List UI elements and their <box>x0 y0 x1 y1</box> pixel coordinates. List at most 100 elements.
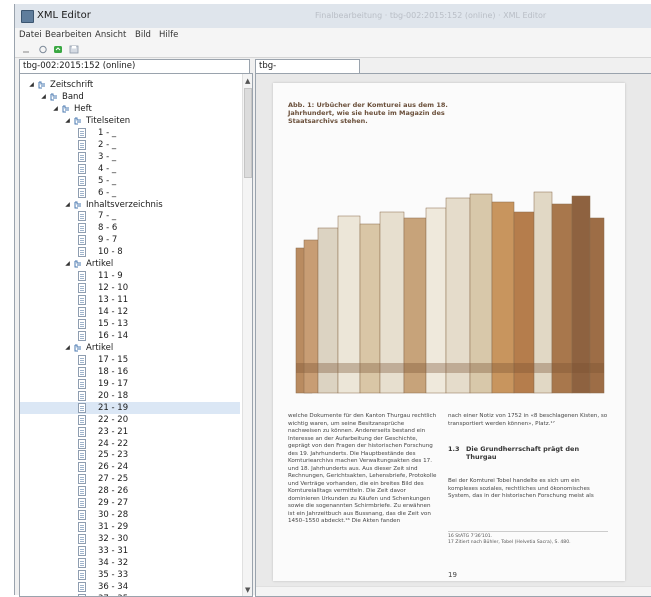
tree-leaf-node[interactable]: 8 - 6 <box>20 222 240 234</box>
tree-leaf-node[interactable]: 30 - 28 <box>20 509 240 521</box>
menu-ansicht[interactable]: Ansicht <box>95 30 126 40</box>
document-icon <box>78 211 86 222</box>
book-spine-band <box>338 363 360 373</box>
expander-icon[interactable]: ◢ <box>64 342 71 354</box>
tree-folder-node[interactable]: ◢ Artikel <box>20 258 240 270</box>
tree-leaf-node[interactable]: 28 - 26 <box>20 485 240 497</box>
tree-leaf-node[interactable]: 35 - 33 <box>20 569 240 581</box>
save-icon[interactable] <box>69 45 79 54</box>
tree-leaf-node[interactable]: 27 - 25 <box>20 473 240 485</box>
tree-leaf-node[interactable]: 3 - _ <box>20 151 240 163</box>
tree-leaf-node[interactable]: 23 - 21 <box>20 426 240 438</box>
scroll-down-icon[interactable]: ▼ <box>245 586 250 594</box>
tree-folder-node[interactable]: ◢ Inhaltsverzeichnis <box>20 199 240 211</box>
tree-leaf-node[interactable]: 36 - 34 <box>20 581 240 593</box>
tab-document-tree[interactable]: tbg-002:2015:152 (online) <box>19 59 250 73</box>
figure-caption: Abb. 1: Urbücher der Komturei aus dem 18… <box>288 101 448 125</box>
page-number: 19 <box>448 571 457 579</box>
tree-node-label: 12 - 10 <box>98 283 129 294</box>
document-icon <box>78 534 86 545</box>
tree-node-label: 24 - 22 <box>98 438 129 449</box>
menu-datei[interactable]: Datei <box>19 30 42 40</box>
expander-icon[interactable]: ◢ <box>40 91 47 103</box>
menu-bild[interactable]: Bild <box>135 30 151 40</box>
document-icon <box>78 187 86 198</box>
tree-leaf-node[interactable]: 20 - 18 <box>20 390 240 402</box>
document-icon <box>78 378 86 389</box>
tree-leaf-node[interactable]: 9 - 7 <box>20 234 240 246</box>
tree-node-label: 29 - 27 <box>98 498 129 509</box>
tree-leaf-node[interactable]: 32 - 30 <box>20 533 240 545</box>
tree-leaf-node[interactable]: 10 - 8 <box>20 246 240 258</box>
tree-folder-node[interactable]: ◢ Titelseiten <box>20 115 240 127</box>
document-icon <box>78 390 86 401</box>
new-icon[interactable] <box>21 45 31 54</box>
tree-leaf-node[interactable]: 31 - 29 <box>20 521 240 533</box>
scroll-up-icon[interactable]: ▲ <box>245 77 250 85</box>
tree-folder-node[interactable]: ◢ Heft <box>20 103 240 115</box>
tree-scrollbar[interactable]: ▲ ▼ <box>242 74 252 596</box>
document-icon <box>78 581 86 592</box>
tree-folder-node[interactable]: ◢ Zeitschrift <box>20 79 240 91</box>
tree-leaf-node[interactable]: 14 - 12 <box>20 306 240 318</box>
tree-folder-node[interactable]: ◢ Artikel <box>20 342 240 354</box>
menu-bearbeiten[interactable]: Bearbeiten <box>45 30 92 40</box>
book-spine <box>533 191 553 394</box>
document-icon <box>78 522 86 533</box>
tab-image[interactable]: tbg-002_2015_152_0021.jpg <box>255 59 363 84</box>
tree-leaf-node[interactable]: 19 - 17 <box>20 378 240 390</box>
expander-icon[interactable]: ◢ <box>64 258 71 270</box>
body-text-column-2b: Bei der Komturei Tobel handelte es sich … <box>448 478 594 499</box>
tree-leaf-node[interactable]: 34 - 32 <box>20 557 240 569</box>
tree-node-icon <box>50 93 57 101</box>
tree-leaf-node[interactable]: 15 - 13 <box>20 318 240 330</box>
tree-leaf-node[interactable]: 11 - 9 <box>20 270 240 282</box>
expander-icon[interactable]: ◢ <box>64 115 71 127</box>
book-spine-band <box>590 363 604 373</box>
tree-node-label: 36 - 34 <box>98 581 129 592</box>
app-window: XML Editor Finalbearbeitung · tbg-002:20… <box>14 4 651 597</box>
tree-node-label: 1 - _ <box>98 127 117 138</box>
open-icon[interactable] <box>38 45 48 54</box>
tree-leaf-node[interactable]: 33 - 31 <box>20 545 240 557</box>
tree-leaf-node[interactable]: 21 - 19 <box>20 401 240 414</box>
tree-leaf-node[interactable]: 1 - _ <box>20 127 240 139</box>
tree-leaf-node[interactable]: 17 - 15 <box>20 354 240 366</box>
tree-leaf-node[interactable]: 18 - 16 <box>20 366 240 378</box>
tree-node-label: 22 - 20 <box>98 414 129 425</box>
tree-leaf-node[interactable]: 22 - 20 <box>20 414 240 426</box>
document-icon <box>78 414 86 425</box>
tree-node-label: 18 - 16 <box>98 366 129 377</box>
book-spine-band <box>426 363 446 373</box>
expander-icon[interactable]: ◢ <box>64 199 71 211</box>
tree-node-label: 4 - _ <box>98 163 117 174</box>
tree-leaf-node[interactable]: 13 - 11 <box>20 294 240 306</box>
tree-scrollbar-thumb[interactable] <box>244 88 252 178</box>
tree-node-label: 17 - 15 <box>98 354 129 365</box>
document-icon <box>78 127 86 138</box>
image-viewer: Abb. 1: Urbücher der Komturei aus dem 18… <box>255 73 651 597</box>
expander-icon[interactable]: ◢ <box>28 79 35 91</box>
tree-leaf-node[interactable]: 29 - 27 <box>20 497 240 509</box>
tree-node-icon <box>38 81 45 89</box>
expander-icon[interactable]: ◢ <box>52 103 59 115</box>
tree-leaf-node[interactable]: 7 - _ <box>20 210 240 222</box>
tree-leaf-node[interactable]: 26 - 24 <box>20 461 240 473</box>
tree-folder-node[interactable]: ◢ Band <box>20 91 240 103</box>
tree-leaf-node[interactable]: 2 - _ <box>20 139 240 151</box>
tree-leaf-node[interactable]: 16 - 14 <box>20 330 240 342</box>
document-icon <box>78 163 86 174</box>
reload-icon[interactable] <box>53 45 63 54</box>
tree-leaf-node[interactable]: 6 - _ <box>20 187 240 199</box>
document-icon <box>78 558 86 568</box>
tree-leaf-node[interactable]: 25 - 23 <box>20 449 240 461</box>
book-spine-band <box>318 363 338 373</box>
tree-leaf-node[interactable]: 24 - 22 <box>20 438 240 450</box>
tree-leaf-node[interactable]: 4 - _ <box>20 163 240 175</box>
tree-node-label: 26 - 24 <box>98 462 129 473</box>
menu-hilfe[interactable]: Hilfe <box>159 30 178 40</box>
tree-leaf-node[interactable]: 5 - _ <box>20 175 240 187</box>
tree-node-label: 5 - _ <box>98 175 117 186</box>
tree-leaf-node[interactable]: 12 - 10 <box>20 282 240 294</box>
book-spine-band <box>572 363 590 373</box>
